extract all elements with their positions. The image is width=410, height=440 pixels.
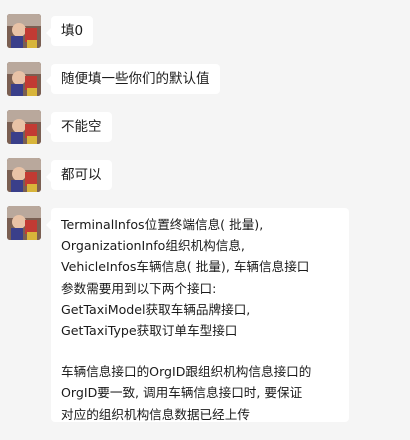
message-text: 随便填一些你们的默认值	[61, 71, 210, 87]
message-text: 填0	[61, 23, 84, 39]
message-text-line: VehicleInfos车辆信息( 批量), 车辆信息接口	[61, 259, 310, 275]
avatar-image	[7, 158, 41, 192]
message-text-line: GetTaxiModel获取车辆品牌接口,	[61, 301, 251, 317]
message-bubble[interactable]: 不能空	[46, 112, 112, 142]
message-bubble[interactable]: 随便填一些你们的默认值	[46, 64, 220, 94]
message-bubble[interactable]: TerminalInfos位置终端信息( 批量), OrganizationIn…	[46, 208, 349, 422]
message-text: 都可以	[61, 167, 102, 183]
avatar[interactable]	[7, 14, 41, 48]
avatar-image	[7, 110, 41, 144]
avatar[interactable]	[7, 206, 41, 240]
avatar[interactable]	[7, 158, 41, 192]
message-bubble[interactable]: 填0	[45, 16, 94, 46]
avatar[interactable]	[7, 110, 41, 144]
avatar[interactable]	[7, 62, 41, 96]
message-text-line: 对应的组织机构信息数据已经上传	[61, 406, 250, 422]
message-text-line: TerminalInfos位置终端信息( 批量),	[61, 217, 264, 232]
message-text-line: GetTaxiType获取订单车型接口	[61, 323, 238, 339]
message-text: 不能空	[61, 119, 102, 135]
message-text-line: OrganizationInfo组织机构信息,	[61, 238, 245, 254]
avatar-image	[7, 14, 41, 48]
message-text-line: OrgID要一致, 调用车辆信息接口时, 要保证	[61, 385, 303, 401]
avatar-image	[7, 62, 41, 96]
message-text-line: 参数需要用到以下两个接口:	[61, 280, 217, 296]
avatar-image	[7, 206, 41, 240]
message-bubble[interactable]: 都可以	[46, 160, 112, 190]
message-text-line: 车辆信息接口的OrgID跟组织机构信息接口的	[61, 364, 312, 380]
